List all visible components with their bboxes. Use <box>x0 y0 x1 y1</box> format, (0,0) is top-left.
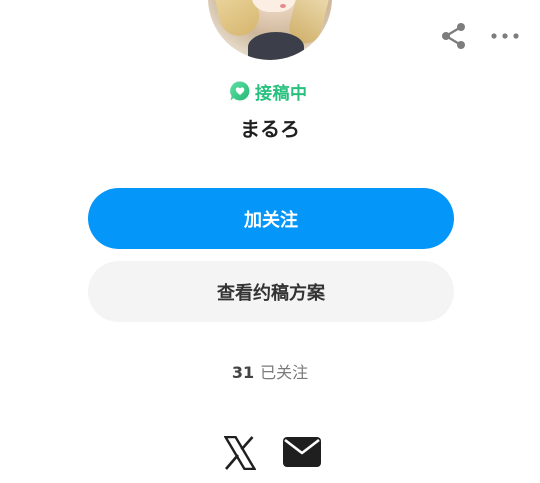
view-commission-plans-button[interactable]: 查看约稿方案 <box>88 261 454 322</box>
more-horizontal-icon[interactable] <box>490 26 520 46</box>
following-count[interactable]: 31 已关注 <box>0 359 540 383</box>
username: まるろ <box>240 117 300 141</box>
mail-icon[interactable] <box>283 437 321 467</box>
avatar-mouth <box>280 4 286 8</box>
speech-bubble-heart-icon <box>230 81 250 101</box>
follow-button[interactable]: 加关注 <box>88 188 454 249</box>
following-count-number: 31 <box>231 363 255 382</box>
share-icon[interactable] <box>440 22 468 50</box>
avatar[interactable] <box>208 0 332 60</box>
status-badge: 接稿中 <box>229 79 308 104</box>
x-logo-icon[interactable] <box>224 436 256 470</box>
following-count-label: 已关注 <box>260 363 309 382</box>
avatar-collar <box>248 32 304 60</box>
view-plans-button-label: 查看约稿方案 <box>217 282 325 304</box>
status-label: 接稿中 <box>255 83 308 104</box>
follow-button-label: 加关注 <box>244 209 298 231</box>
